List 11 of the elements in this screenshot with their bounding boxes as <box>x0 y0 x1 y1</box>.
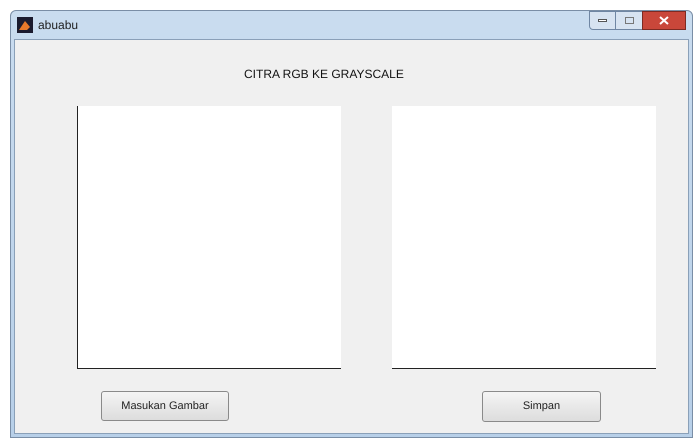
save-button[interactable]: Simpan <box>482 391 601 422</box>
minimize-icon <box>598 19 607 22</box>
window-title: abuabu <box>38 17 78 34</box>
close-icon <box>659 16 669 25</box>
maximize-icon <box>624 17 634 24</box>
close-button[interactable] <box>642 11 686 30</box>
load-image-button[interactable]: Masukan Gambar <box>101 391 229 421</box>
app-icon <box>17 17 33 33</box>
figure-heading: CITRA RGB KE GRAYSCALE <box>244 66 404 83</box>
minimize-button[interactable] <box>589 11 616 30</box>
maximize-button[interactable] <box>616 11 642 30</box>
